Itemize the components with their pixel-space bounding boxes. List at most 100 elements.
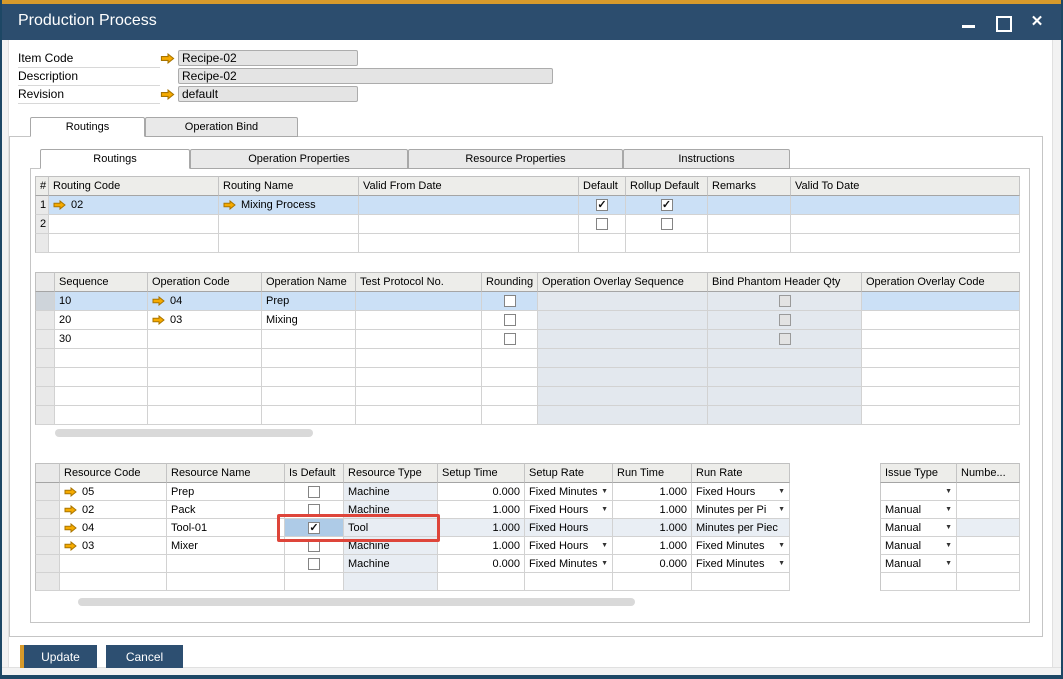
dropdown-arrow-icon[interactable]: ▼ <box>942 488 952 495</box>
is-default-cell[interactable] <box>285 483 344 501</box>
resource-code-cell[interactable] <box>60 555 167 573</box>
valid-to-date-cell[interactable] <box>791 234 1020 253</box>
link-arrow-icon[interactable] <box>64 523 77 533</box>
default-cell[interactable] <box>579 234 626 253</box>
operation-name-cell[interactable] <box>262 330 356 349</box>
resource-code-cell[interactable]: 04 <box>60 519 167 537</box>
row-number-cell[interactable]: 2 <box>35 215 49 234</box>
tab-instructions[interactable]: Instructions <box>623 149 790 169</box>
dropdown-arrow-icon[interactable]: ▼ <box>775 506 785 513</box>
routing-name-cell[interactable] <box>219 215 359 234</box>
resource-type-cell[interactable]: Machine <box>344 483 438 501</box>
checkbox[interactable] <box>308 504 320 516</box>
issue-type-cell[interactable]: Manual▼ <box>880 501 957 519</box>
routing-code-cell[interactable] <box>49 215 219 234</box>
operation-name-cell[interactable] <box>262 349 356 368</box>
issue-type-cell[interactable]: Manual▼ <box>880 519 957 537</box>
number-cell[interactable] <box>957 555 1020 573</box>
row-selector-cell[interactable] <box>35 573 60 591</box>
issue-type-cell[interactable]: Manual▼ <box>880 555 957 573</box>
operation-code-cell[interactable] <box>148 387 262 406</box>
routing-name-cell[interactable] <box>219 234 359 253</box>
checkbox[interactable]: ✓ <box>661 199 673 211</box>
cancel-button[interactable]: Cancel <box>106 645 183 668</box>
dropdown-arrow-icon[interactable]: ▼ <box>598 506 608 513</box>
row-number-cell[interactable]: 1 <box>35 196 49 215</box>
test-protocol-no-cell[interactable] <box>356 387 482 406</box>
table-row[interactable] <box>35 368 1020 387</box>
update-button[interactable]: Update <box>20 645 97 668</box>
default-cell[interactable]: ✓ <box>579 196 626 215</box>
test-protocol-no-cell[interactable] <box>356 292 482 311</box>
valid-from-date-cell[interactable] <box>359 234 579 253</box>
setup-rate-cell[interactable]: Fixed Minutes▼ <box>525 483 613 501</box>
table-row[interactable]: 1004Prep <box>35 292 1020 311</box>
checkbox[interactable] <box>308 558 320 570</box>
issue-type-cell[interactable]: ▼ <box>880 483 957 501</box>
issue-type-cell[interactable] <box>880 573 957 591</box>
run-time-cell[interactable] <box>613 573 692 591</box>
checkbox[interactable] <box>504 333 516 345</box>
resource-type-cell[interactable]: Machine <box>344 501 438 519</box>
dropdown-arrow-icon[interactable]: ▼ <box>942 524 952 531</box>
rollup-default-cell[interactable] <box>626 234 708 253</box>
row-selector-cell[interactable] <box>35 519 60 537</box>
operation-overlay-code-cell[interactable] <box>862 349 1020 368</box>
run-time-cell[interactable]: 1.000 <box>613 483 692 501</box>
table-row[interactable]: 03MixerMachine1.000Fixed Hours▼1.000Fixe… <box>35 537 1020 555</box>
link-arrow-icon[interactable] <box>152 296 165 306</box>
number-cell[interactable] <box>957 537 1020 555</box>
sequence-cell[interactable]: 10 <box>55 292 148 311</box>
operation-overlay-code-cell[interactable] <box>862 311 1020 330</box>
checkbox[interactable] <box>504 295 516 307</box>
operation-name-cell[interactable] <box>262 406 356 425</box>
setup-time-cell[interactable]: 0.000 <box>438 555 525 573</box>
rounding-cell[interactable] <box>482 349 538 368</box>
resource-name-cell[interactable]: Pack <box>167 501 285 519</box>
operations-horizontal-scrollbar[interactable] <box>55 429 313 437</box>
link-arrow-icon[interactable] <box>223 200 236 210</box>
sequence-cell[interactable]: 30 <box>55 330 148 349</box>
item-code-field[interactable] <box>178 50 358 66</box>
table-row[interactable]: 05PrepMachine0.000Fixed Minutes▼1.000Fix… <box>35 483 1020 501</box>
tab-routings[interactable]: Routings <box>40 149 190 169</box>
link-arrow-icon[interactable] <box>64 541 77 551</box>
table-row[interactable]: 30 <box>35 330 1020 349</box>
routing-name-cell[interactable]: Mixing Process <box>219 196 359 215</box>
table-row[interactable] <box>35 573 1020 591</box>
table-row[interactable] <box>35 406 1020 425</box>
operation-name-cell[interactable]: Mixing <box>262 311 356 330</box>
setup-time-cell[interactable] <box>438 573 525 591</box>
tab-routings[interactable]: Routings <box>30 117 145 137</box>
revision-field[interactable] <box>178 86 358 102</box>
operation-code-cell[interactable] <box>148 349 262 368</box>
rounding-cell[interactable] <box>482 292 538 311</box>
resource-code-cell[interactable] <box>60 573 167 591</box>
tab-operation-properties[interactable]: Operation Properties <box>190 149 408 169</box>
routing-code-cell[interactable] <box>49 234 219 253</box>
row-selector-cell[interactable] <box>35 483 60 501</box>
setup-rate-cell[interactable]: Fixed Hours▼ <box>525 501 613 519</box>
checkbox[interactable]: ✓ <box>308 522 320 534</box>
resource-name-cell[interactable]: Mixer <box>167 537 285 555</box>
remarks-cell[interactable] <box>708 215 791 234</box>
is-default-cell[interactable] <box>285 501 344 519</box>
routing-code-cell[interactable]: 02 <box>49 196 219 215</box>
maximize-icon[interactable] <box>995 14 1011 30</box>
row-selector-cell[interactable] <box>35 330 55 349</box>
rollup-default-cell[interactable]: ✓ <box>626 196 708 215</box>
checkbox[interactable] <box>308 486 320 498</box>
rollup-default-cell[interactable] <box>626 215 708 234</box>
dropdown-arrow-icon[interactable]: ▼ <box>775 488 785 495</box>
operation-name-cell[interactable] <box>262 387 356 406</box>
operation-code-cell[interactable] <box>148 330 262 349</box>
checkbox[interactable] <box>504 314 516 326</box>
setup-time-cell[interactable]: 1.000 <box>438 537 525 555</box>
checkbox[interactable] <box>779 314 791 326</box>
number-cell[interactable] <box>957 519 1020 537</box>
link-arrow-icon[interactable] <box>152 315 165 325</box>
dropdown-arrow-icon[interactable]: ▼ <box>942 560 952 567</box>
row-selector-cell[interactable] <box>35 406 55 425</box>
run-rate-cell[interactable]: Fixed Minutes▼ <box>692 555 790 573</box>
rounding-cell[interactable] <box>482 406 538 425</box>
